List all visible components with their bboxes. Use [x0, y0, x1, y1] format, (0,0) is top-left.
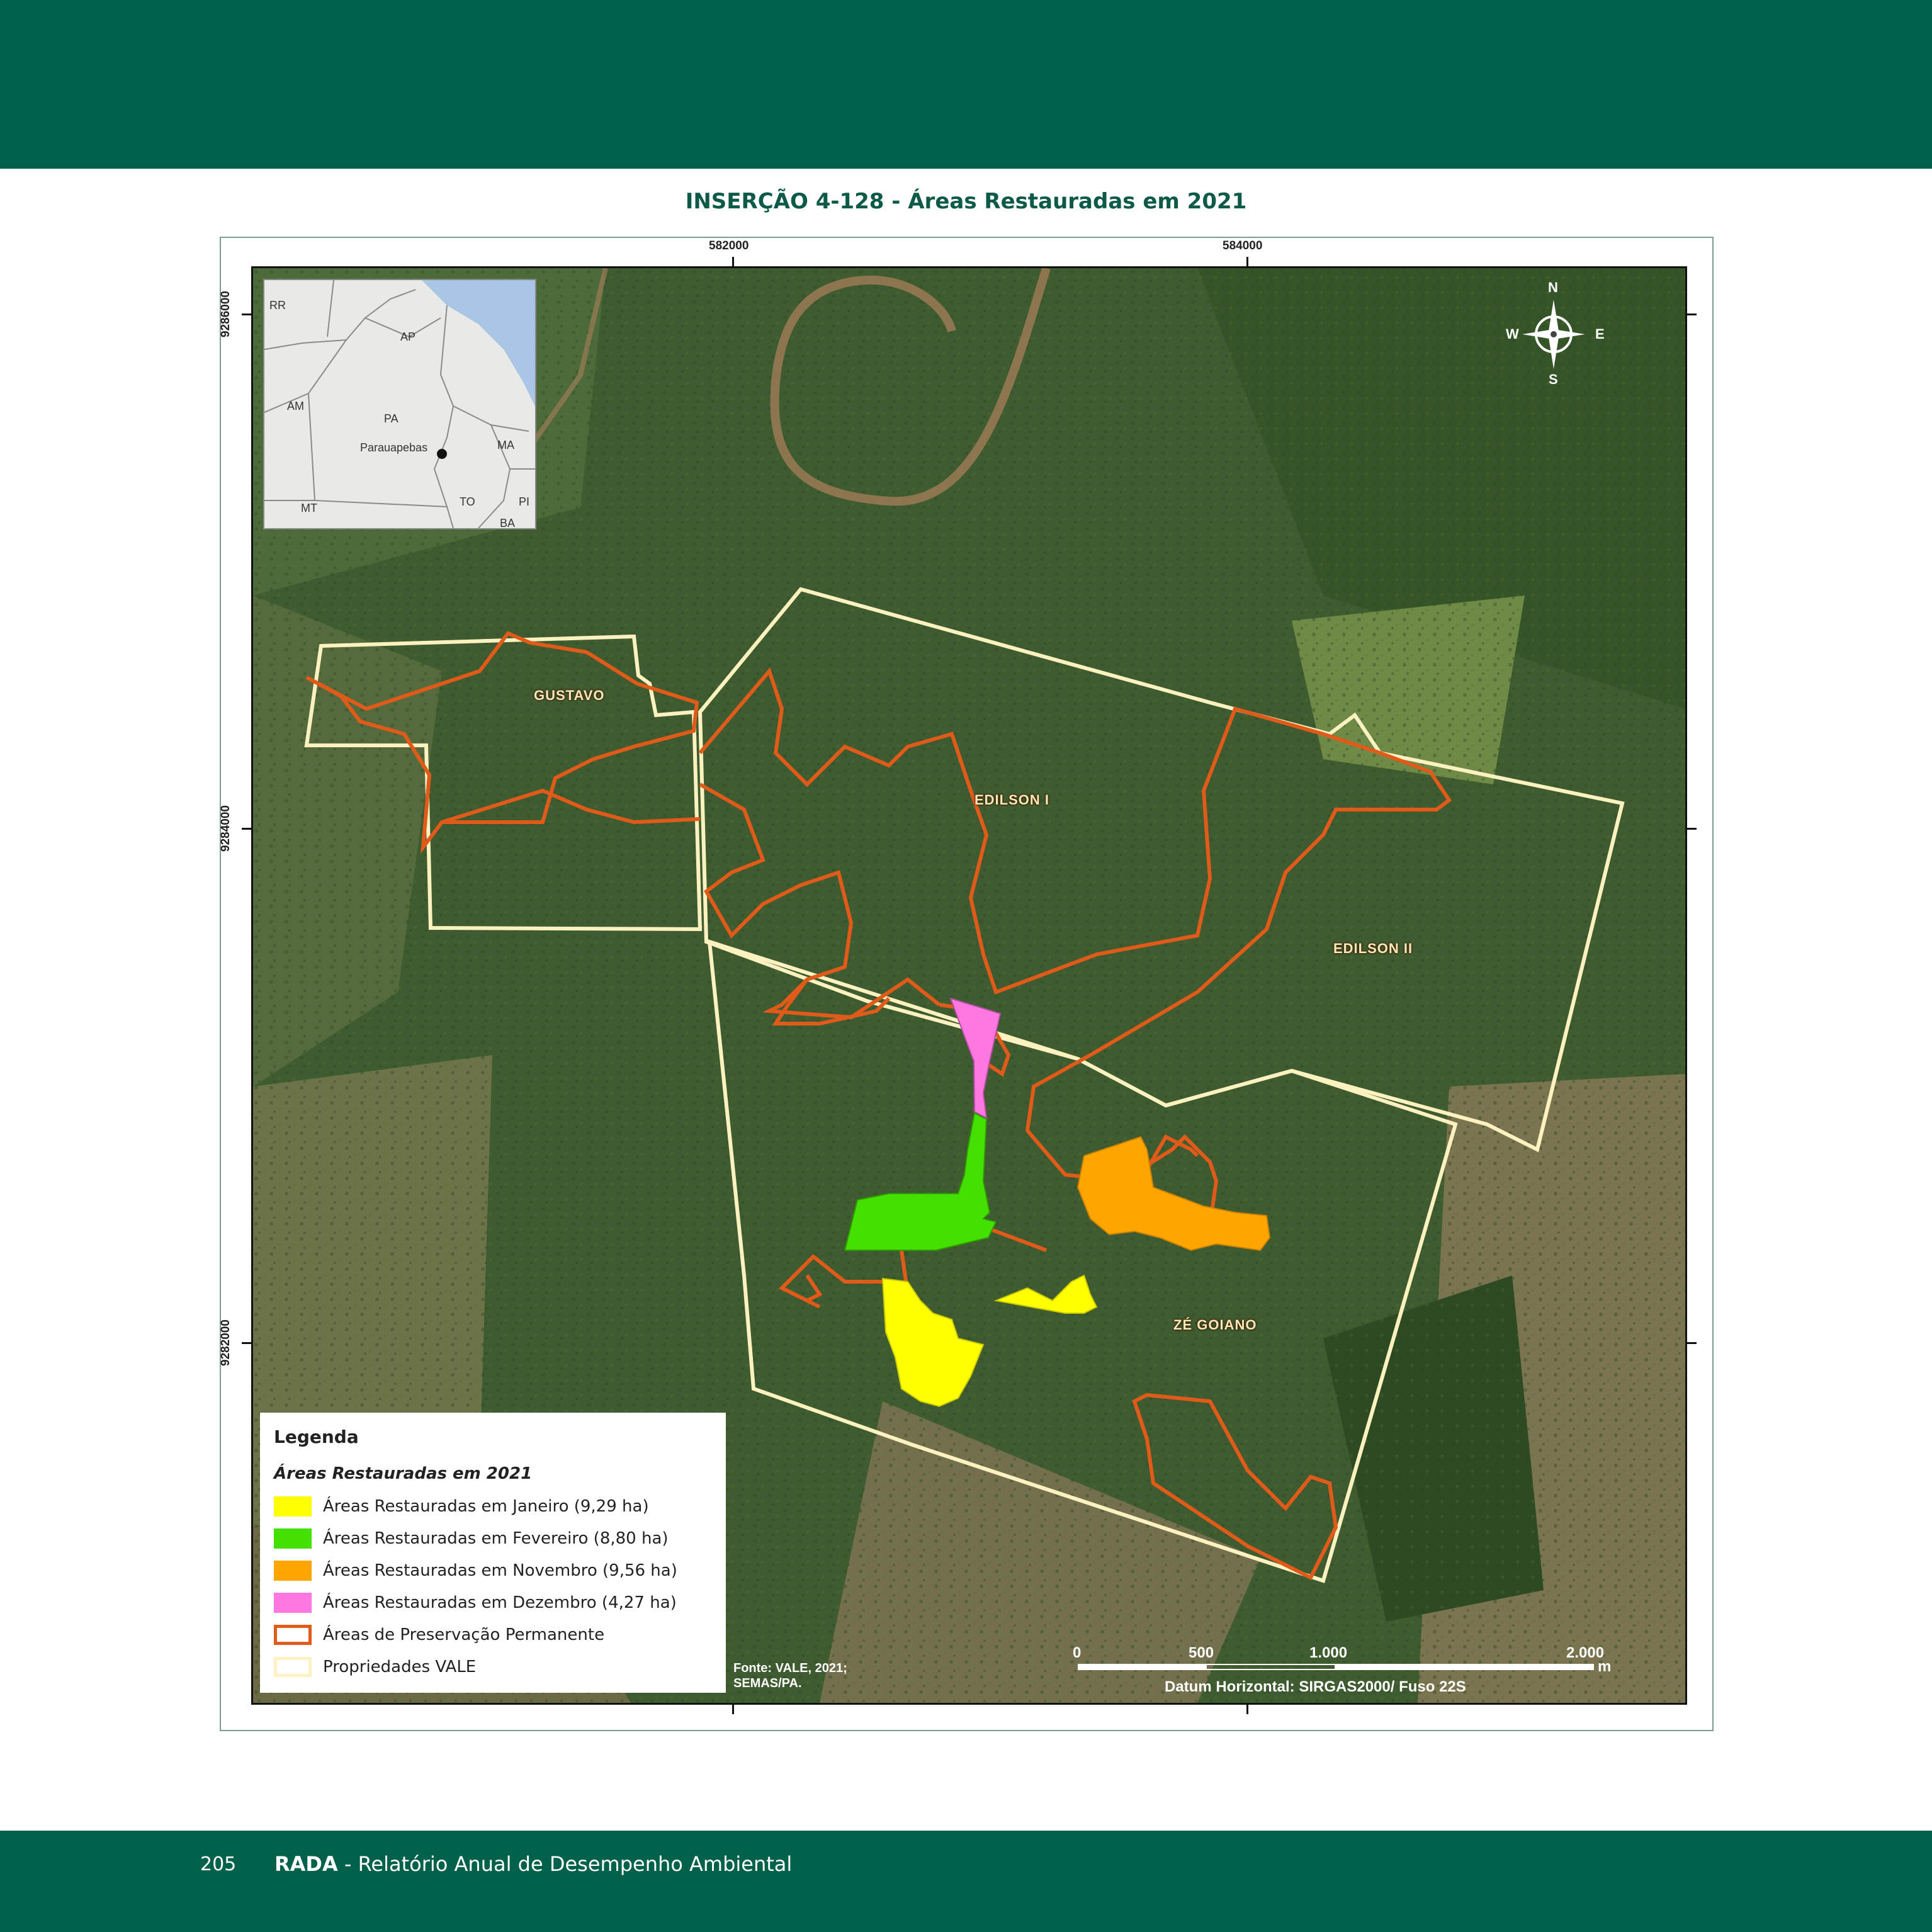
- legend-item-january: Áreas Restauradas em Janeiro (9,29 ha): [274, 1496, 649, 1517]
- header-band: [0, 0, 1932, 169]
- coord-top-584000: 584000: [1223, 239, 1263, 252]
- inset-label-ap: AP: [400, 330, 416, 343]
- tick: [242, 1342, 252, 1344]
- legend-label: Áreas de Preservação Permanente: [323, 1625, 605, 1644]
- legend-label: Áreas Restauradas em Fevereiro (8,80 ha): [323, 1529, 669, 1548]
- tick: [1246, 1704, 1248, 1714]
- footer-text: - Relatório Anual de Desempenho Ambienta…: [337, 1852, 793, 1876]
- map-source: Fonte: VALE, 2021; SEMAS/PA.: [733, 1661, 847, 1691]
- inset-label-pi: PI: [519, 495, 530, 508]
- footer-band: [0, 1831, 1932, 1932]
- inset-locator-map[interactable]: RR AP AM PA MA MT TO PI BA Parauapebas: [263, 279, 536, 529]
- source-line-1: Fonte: VALE, 2021;: [733, 1661, 847, 1675]
- legend-item-november: Áreas Restauradas em Novembro (9,56 ha): [274, 1560, 677, 1581]
- page-number: 205: [200, 1853, 237, 1875]
- footer-brand: RADA: [274, 1852, 338, 1876]
- property-label-ze-goiano: ZÉ GOIANO: [1173, 1317, 1257, 1333]
- inset-label-city: Parauapebas: [360, 441, 428, 454]
- legend-label: Áreas Restauradas em Janeiro (9,29 ha): [323, 1497, 649, 1516]
- tick: [1686, 314, 1697, 315]
- legend-item-app: Áreas de Preservação Permanente: [274, 1624, 604, 1646]
- property-label-gustavo: GUSTAVO: [534, 687, 605, 703]
- legend-swatch-properties: [274, 1657, 312, 1677]
- parauapebas-marker: [437, 449, 447, 459]
- scale-label-1000: 1.000: [1309, 1644, 1348, 1661]
- coord-left-9282000: 9282000: [218, 1319, 232, 1366]
- legend-swatch-app: [274, 1625, 312, 1645]
- legend-swatch-january: [274, 1496, 312, 1517]
- source-line-2: SEMAS/PA.: [733, 1676, 802, 1690]
- scale-segment: [1335, 1665, 1593, 1669]
- compass-s: S: [1549, 371, 1558, 387]
- legend-swatch-november: [274, 1561, 312, 1581]
- coord-left-9286000: 9286000: [218, 291, 232, 337]
- inset-label-ba: BA: [500, 517, 516, 529]
- inset-label-to: TO: [460, 495, 475, 508]
- legend-label: Propriedades VALE: [323, 1658, 477, 1676]
- property-label-edilson-i: EDILSON I: [974, 792, 1050, 808]
- tick: [732, 257, 734, 267]
- legend-subtitle: Áreas Restauradas em 2021: [274, 1464, 533, 1483]
- property-label-edilson-ii: EDILSON II: [1333, 941, 1413, 956]
- scale-bar: [1078, 1664, 1594, 1670]
- tick: [242, 828, 252, 830]
- legend-swatch-february: [274, 1528, 312, 1549]
- tick: [1246, 257, 1248, 267]
- tick: [242, 314, 252, 315]
- inset-label-ma: MA: [497, 439, 514, 451]
- legend-item-properties: Propriedades VALE: [274, 1656, 476, 1678]
- inset-label-am: AM: [287, 400, 304, 412]
- legend-title: Legenda: [274, 1426, 359, 1447]
- scale-unit: m: [1598, 1658, 1612, 1675]
- tick: [1686, 828, 1697, 830]
- compass-rose-icon: [1522, 300, 1585, 369]
- tick: [732, 1704, 734, 1714]
- legend-item-december: Áreas Restauradas em Dezembro (4,27 ha): [274, 1592, 677, 1613]
- scale-segment: [1079, 1665, 1207, 1669]
- scale-label-500: 500: [1189, 1644, 1214, 1661]
- tick: [1686, 1342, 1697, 1344]
- inset-map-canvas: [264, 280, 535, 528]
- coord-top-582000: 582000: [709, 239, 749, 252]
- legend-swatch-december: [274, 1593, 312, 1613]
- coord-left-9284000: 9284000: [218, 805, 232, 852]
- compass-n: N: [1548, 280, 1558, 295]
- footer-title: RADA - Relatório Anual de Desempenho Amb…: [274, 1852, 792, 1876]
- scale-label-0: 0: [1073, 1644, 1082, 1661]
- legend-item-february: Áreas Restauradas em Fevereiro (8,80 ha): [274, 1528, 669, 1549]
- page-title: INSERÇÃO 4-128 - Áreas Restauradas em 20…: [685, 189, 1247, 214]
- compass-w: W: [1506, 326, 1519, 342]
- map-legend: Legenda Áreas Restauradas em 2021 Áreas …: [260, 1413, 726, 1693]
- map-datum: Datum Horizontal: SIRGAS2000/ Fuso 22S: [1165, 1678, 1466, 1695]
- compass-e: E: [1595, 326, 1605, 342]
- inset-label-rr: RR: [269, 299, 286, 312]
- inset-label-pa: PA: [384, 412, 398, 425]
- compass-rose: N S: [1516, 280, 1591, 387]
- legend-label: Áreas Restauradas em Novembro (9,56 ha): [323, 1561, 677, 1580]
- legend-label: Áreas Restauradas em Dezembro (4,27 ha): [323, 1593, 677, 1612]
- inset-label-mt: MT: [301, 502, 317, 514]
